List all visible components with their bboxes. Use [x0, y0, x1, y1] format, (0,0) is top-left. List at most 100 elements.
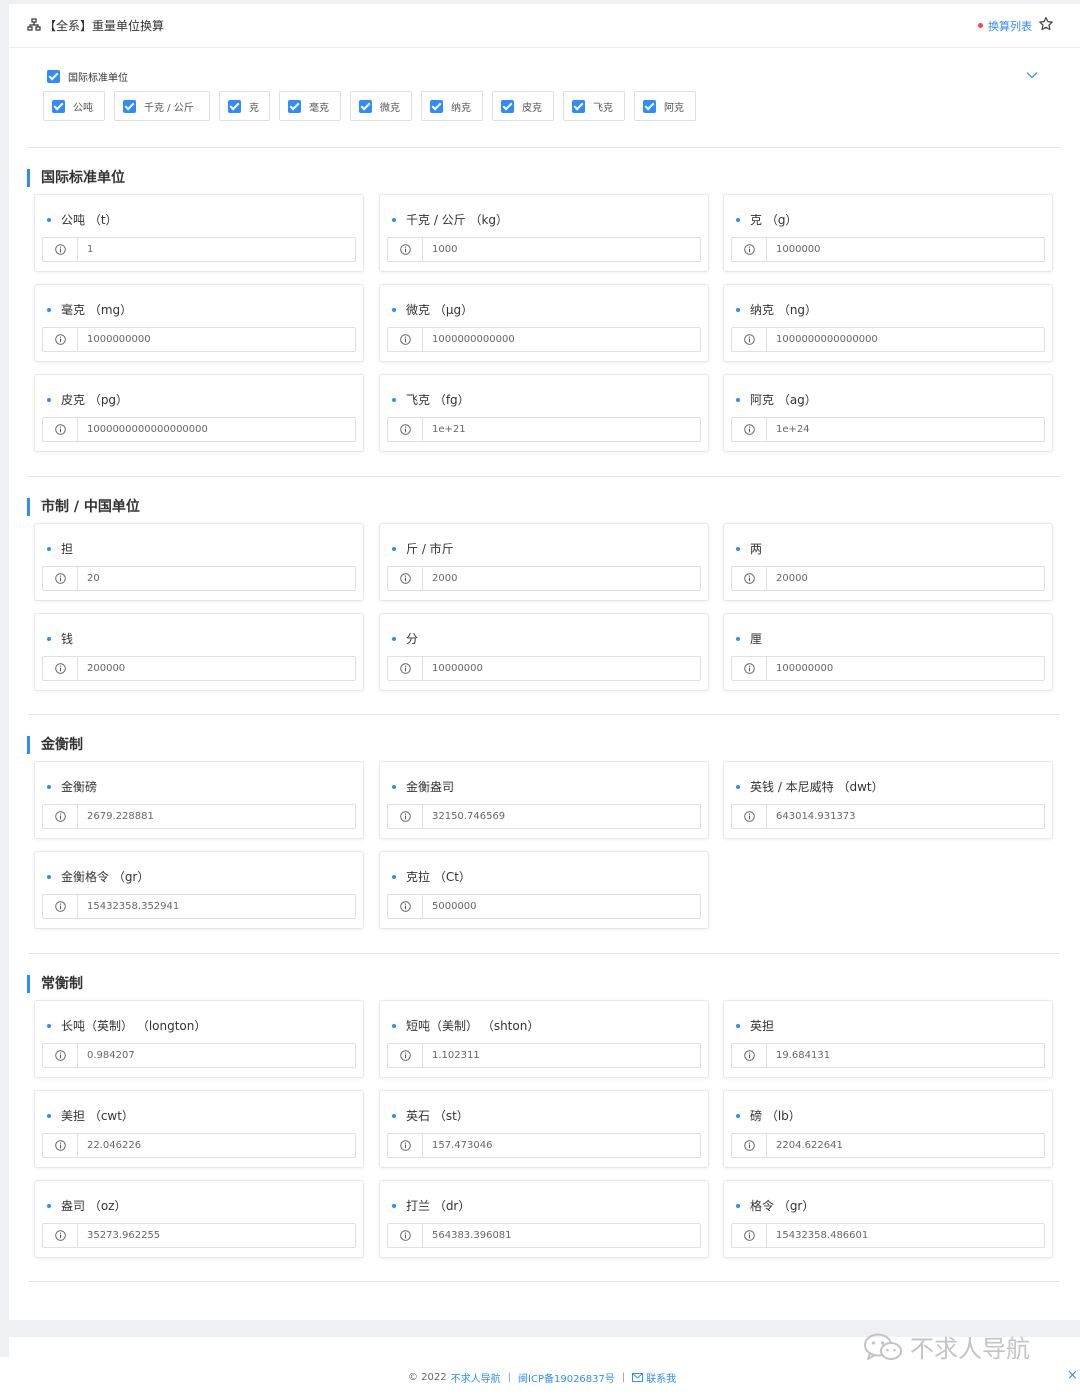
filter-all-label: 国际标准单位 [68, 72, 128, 84]
unit-card: 两 20000 [723, 523, 1053, 601]
unit-value: 15432358.352941 [87, 901, 180, 912]
bullet-dot [736, 637, 740, 641]
unit-value: 32150.746569 [432, 811, 506, 822]
unit-value: 19.684131 [776, 1050, 831, 1061]
unit-value-input[interactable]: 1000 [387, 237, 701, 262]
unit-value-input[interactable]: 157.473046 [387, 1133, 701, 1158]
section-title: 市制 / 中国单位 [27, 498, 140, 516]
unit-value-input[interactable]: 2000 [387, 566, 701, 591]
bullet-dot [47, 637, 51, 641]
close-icon[interactable]: × [1067, 1368, 1078, 1383]
unit-value-input[interactable]: 643014.931373 [731, 804, 1045, 829]
icp-link[interactable]: 闽ICP备19026837号 [518, 1370, 615, 1385]
info-icon [43, 1224, 78, 1247]
unit-value: 1000000000000000 [776, 334, 878, 345]
unit-value-input[interactable]: 1e+24 [731, 417, 1045, 442]
filter-chip[interactable]: 飞克 [563, 91, 625, 121]
unit-name: 克 （g） [750, 213, 798, 227]
unit-value-input[interactable]: 1000000000000000000 [42, 417, 356, 442]
info-icon [732, 657, 767, 680]
checkbox-icon [643, 99, 656, 113]
chip-label: 阿克 [664, 102, 684, 114]
bullet-dot [392, 1114, 396, 1118]
unit-value-input[interactable]: 22.046226 [42, 1133, 356, 1158]
unit-value-input[interactable]: 100000000 [731, 656, 1045, 681]
filter-chip[interactable]: 公吨 [43, 91, 105, 121]
wechat-icon [864, 1333, 902, 1360]
unit-value-input[interactable]: 35273.962255 [42, 1223, 356, 1248]
unit-card: 克 （g） 1000000 [723, 194, 1053, 272]
chevron-down-icon[interactable] [1025, 68, 1039, 82]
unit-value: 5000000 [432, 901, 477, 912]
filter-chip[interactable]: 毫克 [279, 91, 341, 121]
unit-card: 担 20 [34, 523, 364, 601]
bullet-dot [47, 1114, 51, 1118]
filter-chip[interactable]: 纳克 [421, 91, 483, 121]
star-icon[interactable] [1038, 16, 1054, 32]
unit-value: 100000000 [776, 663, 834, 674]
unit-value-input[interactable]: 15432358.352941 [42, 894, 356, 919]
info-icon [388, 328, 423, 351]
checkbox-icon [572, 99, 585, 113]
unit-value-input[interactable]: 1000000000 [42, 327, 356, 352]
unit-value-input[interactable]: 5000000 [387, 894, 701, 919]
bullet-dot [392, 785, 396, 789]
unit-value-input[interactable]: 1000000000000 [387, 327, 701, 352]
checkbox-icon [359, 99, 372, 113]
unit-card: 钱 200000 [34, 613, 364, 691]
contact-link[interactable]: 联系我 [646, 1370, 676, 1385]
bullet-dot [736, 218, 740, 222]
unit-value-input[interactable]: 15432358.486601 [731, 1223, 1045, 1248]
unit-value: 200000 [87, 663, 126, 674]
unit-value-input[interactable]: 0.984207 [42, 1043, 356, 1068]
unit-name: 打兰 （dr） [406, 1199, 471, 1213]
unit-value-input[interactable]: 1e+21 [387, 417, 701, 442]
unit-card: 斤 / 市斤 2000 [379, 523, 709, 601]
unit-value-input[interactable]: 20000 [731, 566, 1045, 591]
unit-value-input[interactable]: 1.102311 [387, 1043, 701, 1068]
unit-name: 厘 [750, 632, 763, 646]
unit-card: 纳克 （ng） 1000000000000000 [723, 284, 1053, 362]
unit-value-input[interactable]: 2204.622641 [731, 1133, 1045, 1158]
bullet-dot [736, 1114, 740, 1118]
site-link[interactable]: 不求人导航 [451, 1370, 501, 1385]
unit-card: 长吨（英制） （longton） 0.984207 [34, 1000, 364, 1078]
filter-chip[interactable]: 阿克 [634, 91, 696, 121]
info-icon [388, 805, 423, 828]
unit-value-input[interactable]: 19.684131 [731, 1043, 1045, 1068]
unit-card: 微克 （μg） 1000000000000 [379, 284, 709, 362]
conversion-list-link[interactable]: 换算列表 [988, 18, 1032, 34]
bullet-dot [392, 637, 396, 641]
unit-value-input[interactable]: 10000000 [387, 656, 701, 681]
unit-value-input[interactable]: 1000000000000000 [731, 327, 1045, 352]
unit-value-input[interactable]: 1000000 [731, 237, 1045, 262]
section-title: 国际标准单位 [27, 169, 125, 187]
info-icon [43, 657, 78, 680]
bullet-dot [47, 398, 51, 402]
filter-chip[interactable]: 微克 [350, 91, 412, 121]
unit-name: 盎司 （oz） [61, 1199, 127, 1213]
unit-value-input[interactable]: 564383.396081 [387, 1223, 701, 1248]
bullet-dot [47, 785, 51, 789]
unit-value-input[interactable]: 32150.746569 [387, 804, 701, 829]
unit-value: 22.046226 [87, 1140, 142, 1151]
unit-value: 1000 [432, 244, 458, 255]
unit-card: 金衡磅 2679.228881 [34, 761, 364, 839]
page-title: 【全系】重量单位换算 [44, 19, 165, 33]
info-icon [732, 328, 767, 351]
filter-chip[interactable]: 克 [219, 91, 270, 121]
mail-icon [632, 1373, 644, 1382]
copyright-text: © 2022 [408, 1372, 447, 1383]
unit-card: 金衡格令 （gr） 15432358.352941 [34, 851, 364, 929]
unit-value-input[interactable]: 200000 [42, 656, 356, 681]
unit-card: 飞克 （fg） 1e+21 [379, 374, 709, 452]
unit-name: 金衡盎司 [406, 780, 455, 794]
unit-value-input[interactable]: 1 [42, 237, 356, 262]
bullet-dot [392, 1204, 396, 1208]
bullet-dot [392, 218, 396, 222]
filter-chip[interactable]: 皮克 [492, 91, 554, 121]
unit-value-input[interactable]: 20 [42, 566, 356, 591]
filter-chip[interactable]: 千克 / 公斤 [114, 91, 210, 121]
filter-all-checkbox[interactable]: 国际标准单位 [47, 68, 128, 84]
unit-value-input[interactable]: 2679.228881 [42, 804, 356, 829]
